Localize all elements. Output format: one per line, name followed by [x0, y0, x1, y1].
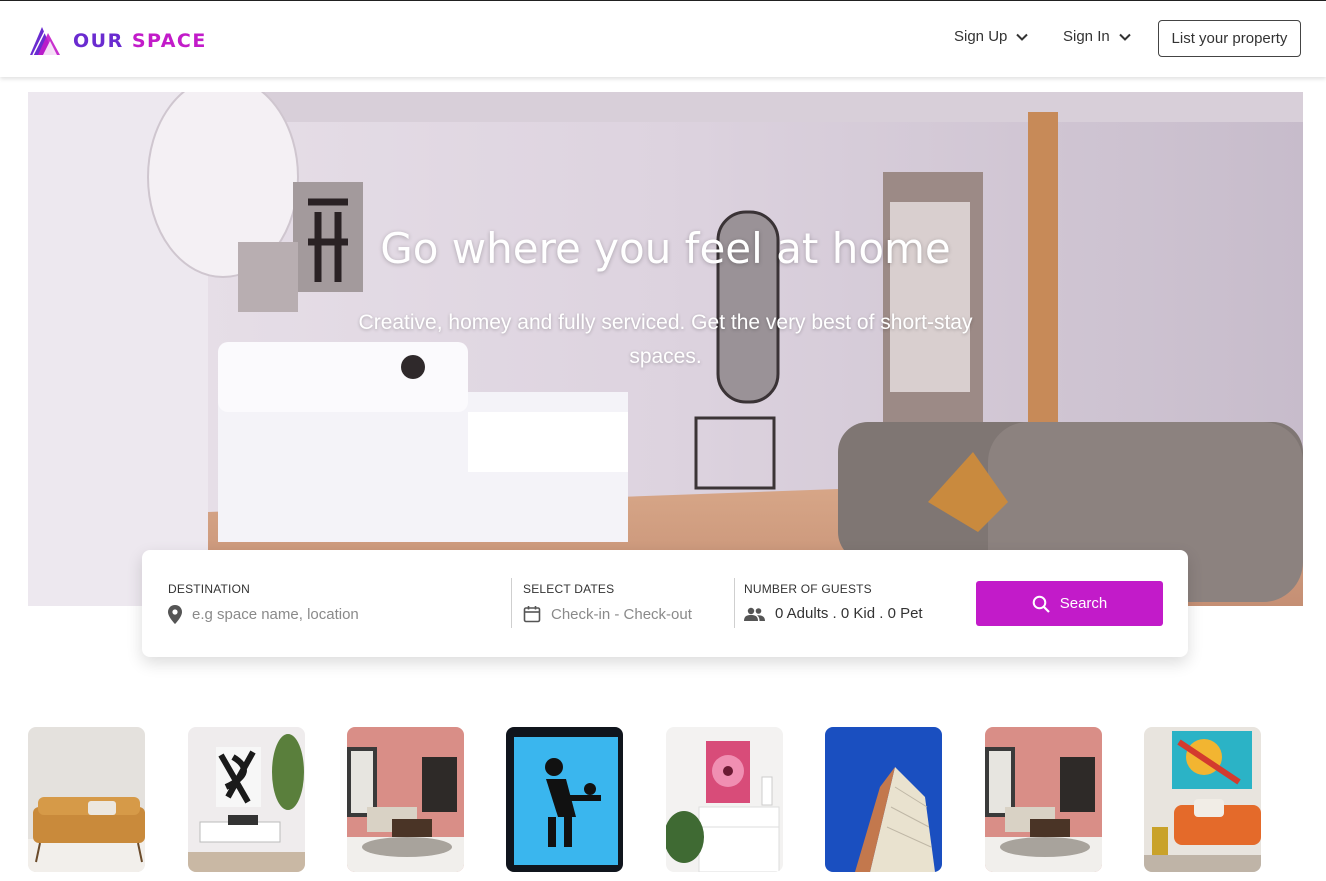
gallery-thumb-pink-flower-painting[interactable] [666, 727, 783, 872]
dates-field[interactable]: SELECT DATES Check-in - Check-out [523, 582, 692, 623]
brand-name-part1: OUR [73, 29, 124, 52]
signup-label: Sign Up [954, 28, 1008, 45]
list-property-button[interactable]: List your property [1158, 20, 1301, 57]
gallery-thumb-baby-changing-sign[interactable] [506, 727, 623, 872]
space-gallery [28, 727, 1326, 881]
gallery-thumb-pink-wall-living-room-2[interactable] [985, 727, 1102, 872]
logo-icon [30, 27, 60, 56]
brand-logo[interactable]: OUR SPACE [29, 25, 207, 56]
chevron-down-icon [1016, 33, 1029, 41]
signin-dropdown[interactable]: Sign In [1063, 28, 1131, 45]
guests-field[interactable]: NUMBER OF GUESTS 0 Adults . 0 Kid . 0 Pe… [744, 582, 923, 622]
gallery-thumb-tall-building-blue-sky[interactable] [825, 727, 942, 872]
location-pin-icon [168, 605, 182, 624]
search-icon [1032, 595, 1050, 613]
site-header: OUR SPACE Sign Up Sign In List your prop… [0, 1, 1326, 77]
field-divider [511, 578, 512, 628]
gallery-thumb-living-room-yellow-sofa[interactable] [28, 727, 145, 872]
calendar-icon [523, 606, 541, 623]
dates-label: SELECT DATES [523, 582, 615, 596]
destination-field[interactable]: DESTINATION e.g space name, location [168, 582, 359, 624]
hero-subtitle: Creative, homey and fully serviced. Get … [358, 311, 973, 368]
guests-label: NUMBER OF GUESTS [744, 582, 872, 596]
dates-input[interactable]: Check-in - Check-out [551, 606, 692, 623]
gallery-thumb-pink-wall-living-room[interactable] [347, 727, 464, 872]
hero-banner: Go where you feel at home Creative, home… [28, 92, 1303, 606]
destination-label: DESTINATION [168, 582, 250, 596]
search-panel: DESTINATION e.g space name, location SEL… [142, 550, 1188, 657]
destination-input[interactable]: e.g space name, location [192, 606, 359, 623]
brand-name-part2: SPACE [131, 29, 207, 52]
search-button-label: Search [1059, 595, 1108, 612]
chevron-down-icon [1118, 33, 1131, 41]
gallery-thumb-white-bench-black-art[interactable] [188, 727, 305, 872]
gallery-thumb-orange-sofa-colorful-art[interactable] [1144, 727, 1261, 872]
field-divider [734, 578, 735, 628]
signin-label: Sign In [1063, 28, 1110, 45]
guests-value: 0 Adults . 0 Kid . 0 Pet [775, 605, 923, 622]
hero-title: Go where you feel at home [380, 224, 951, 273]
signup-dropdown[interactable]: Sign Up [954, 28, 1029, 45]
brand-name: OUR SPACE [73, 30, 207, 52]
people-icon [744, 607, 765, 621]
search-button[interactable]: Search [976, 581, 1163, 626]
